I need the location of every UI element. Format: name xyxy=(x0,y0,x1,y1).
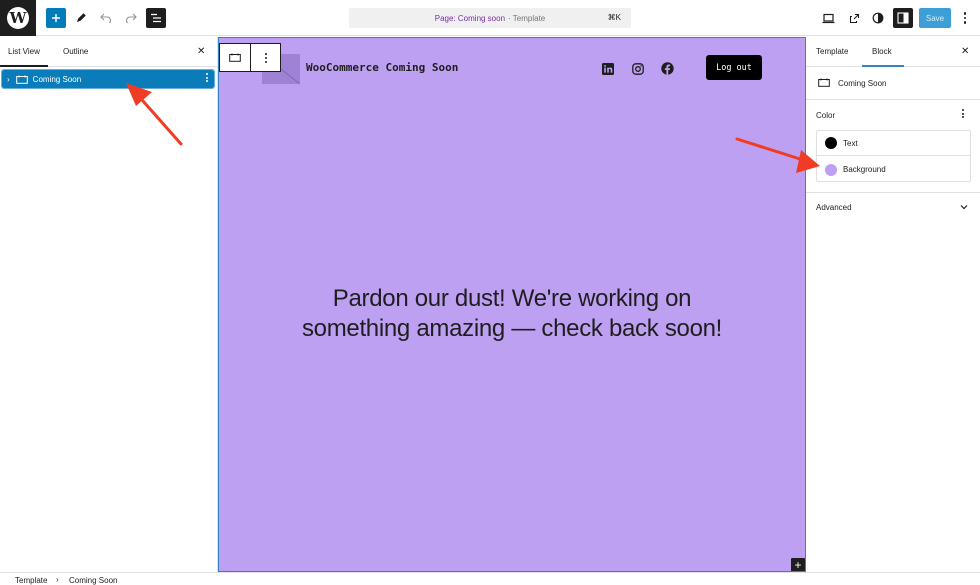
divider xyxy=(806,192,980,193)
breadcrumb-item-coming-soon[interactable]: Coming Soon xyxy=(69,576,117,585)
site-editor: W Page: Coming soon · Template ⌘K Save L… xyxy=(0,0,980,585)
facebook-icon[interactable] xyxy=(661,62,674,75)
logout-button[interactable]: Log out xyxy=(706,55,762,80)
block-options-button[interactable] xyxy=(251,44,280,71)
template-part-icon xyxy=(229,53,241,62)
template-part-icon xyxy=(818,78,830,87)
block-inserter-button[interactable] xyxy=(46,8,66,28)
tab-block[interactable]: Block xyxy=(862,47,903,67)
close-icon[interactable]: ✕ xyxy=(197,46,205,57)
settings-sidebar: Template Block ✕ Coming Soon Color Text … xyxy=(806,37,980,572)
color-options-icon[interactable] xyxy=(962,109,964,118)
block-appender-button[interactable]: + xyxy=(791,558,805,571)
list-view-panel: List View Outline ✕ › Coming Soon xyxy=(0,37,218,572)
settings-sidebar-button[interactable] xyxy=(893,8,913,28)
command-palette-button[interactable]: Page: Coming soon · Template ⌘K xyxy=(349,8,631,28)
tab-outline[interactable]: Outline xyxy=(63,47,88,56)
command-page-type: · Template xyxy=(508,13,546,23)
undo-button[interactable] xyxy=(96,8,116,28)
background-color-swatch xyxy=(825,163,837,176)
chevron-right-icon: › xyxy=(56,575,59,584)
list-item[interactable]: › Coming Soon xyxy=(1,69,215,89)
tab-template[interactable]: Template xyxy=(816,47,848,56)
document-overview-button[interactable] xyxy=(146,8,166,28)
tab-list-view[interactable]: List View xyxy=(0,47,48,67)
list-view-tabs: List View Outline ✕ xyxy=(0,37,217,67)
close-icon[interactable]: ✕ xyxy=(961,46,969,57)
editor-canvas[interactable]: WooCommerce Coming Soon Log out Pardon o… xyxy=(218,37,806,572)
text-color-item[interactable]: Text xyxy=(817,131,970,156)
block-toolbar xyxy=(219,43,281,72)
block-card-title: Coming Soon xyxy=(838,79,887,88)
pencil-icon xyxy=(77,13,86,22)
command-shortcut: ⌘K xyxy=(607,13,621,22)
text-color-label: Text xyxy=(843,138,858,148)
sidebar-tabs: Template Block ✕ xyxy=(806,37,980,67)
site-title[interactable]: WooCommerce Coming Soon xyxy=(306,61,458,74)
styles-button[interactable] xyxy=(869,9,887,27)
text-color-swatch xyxy=(825,137,837,149)
list-view-icon xyxy=(151,13,161,23)
redo-icon xyxy=(125,13,137,23)
undo-icon xyxy=(100,13,112,23)
background-color-item[interactable]: Background xyxy=(817,157,970,182)
chevron-right-icon[interactable]: › xyxy=(7,75,10,84)
linkedin-icon[interactable] xyxy=(601,62,614,75)
heading-line-2: something amazing — check back soon! xyxy=(301,315,723,342)
list-item-label: Coming Soon xyxy=(32,74,82,84)
save-button[interactable]: Save xyxy=(919,8,951,28)
device-preview-button[interactable] xyxy=(819,9,837,27)
desktop-icon xyxy=(822,13,834,23)
advanced-panel-toggle[interactable]: Advanced xyxy=(816,203,852,212)
block-card: Coming Soon xyxy=(806,68,980,100)
plus-icon xyxy=(52,14,60,22)
background-color-label: Background xyxy=(843,165,886,174)
heading-line-1: Pardon our dust! We're working on xyxy=(332,285,692,312)
chevron-down-icon[interactable] xyxy=(958,201,970,213)
view-site-button[interactable] xyxy=(845,9,863,27)
color-settings: Text Background xyxy=(816,130,971,182)
external-link-icon xyxy=(849,13,859,23)
sidebar-icon xyxy=(897,12,909,24)
more-options-icon[interactable] xyxy=(206,73,208,82)
top-toolbar: W Page: Coming soon · Template ⌘K Save xyxy=(0,0,980,36)
instagram-icon[interactable] xyxy=(631,62,644,75)
redo-button[interactable] xyxy=(121,8,141,28)
wordpress-icon: W xyxy=(7,7,29,29)
half-circle-icon xyxy=(872,12,884,24)
options-menu-button[interactable] xyxy=(958,9,972,27)
template-part-icon xyxy=(15,75,28,84)
breadcrumb: Template › Coming Soon xyxy=(0,572,980,585)
tools-button[interactable] xyxy=(71,8,91,28)
color-section-title: Color xyxy=(816,111,836,120)
coming-soon-heading[interactable]: Pardon our dust! We're working on someth… xyxy=(219,284,805,344)
breadcrumb-item-template[interactable]: Template xyxy=(15,576,47,585)
block-type-button[interactable] xyxy=(220,44,251,71)
command-page-title: Page: Coming soon xyxy=(434,13,506,23)
wordpress-logo-button[interactable]: W xyxy=(0,0,36,36)
